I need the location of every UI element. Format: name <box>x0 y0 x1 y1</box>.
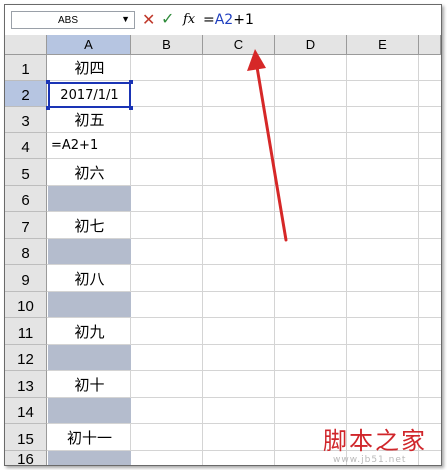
arrow-head <box>247 49 266 71</box>
site-watermark-url: www.jb51.net <box>333 455 406 465</box>
arrow-shaft <box>255 65 288 242</box>
annotation-arrow <box>247 49 288 242</box>
svg-text:脚本之家: 脚本之家 <box>323 427 427 455</box>
spreadsheet-window: ABS ▼ ✕ ✓ fx =A2+1 A B C D E 1 2 3 4 5 6… <box>4 4 442 466</box>
svg-text:www.jb51.net: www.jb51.net <box>333 455 406 465</box>
